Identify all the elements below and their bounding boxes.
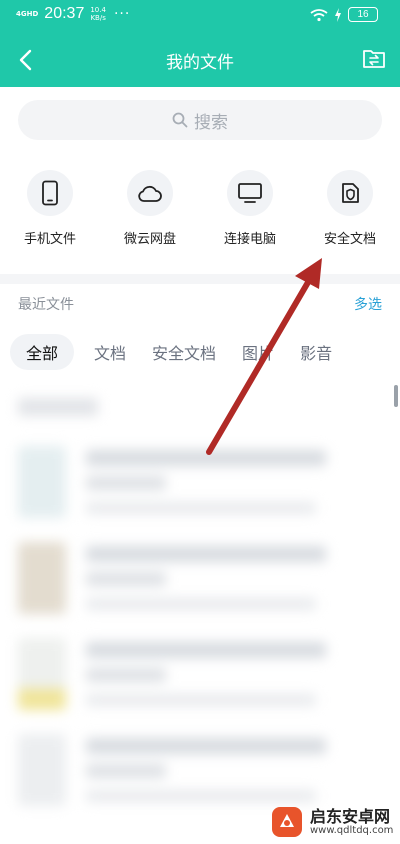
phone-icon [42,180,58,206]
wifi-icon [310,8,328,21]
list-item[interactable] [0,632,400,722]
multi-select-button[interactable]: 多选 [354,294,382,314]
watermark-title: 启东安卓网 [310,806,391,826]
recent-file-list [0,388,400,844]
category-connect-pc[interactable]: 连接电脑 [200,170,300,250]
battery-level: 16 [348,7,378,22]
file-thumbnail [18,638,66,710]
category-phone-files[interactable]: 手机文件 [0,170,100,250]
list-item[interactable] [0,536,400,626]
folder-transfer-icon[interactable] [362,47,386,71]
tab-media[interactable]: 影音 [300,334,332,370]
cloud-icon [138,185,162,202]
date-group-header [18,398,98,416]
tab-secure-docs[interactable]: 安全文档 [152,334,216,370]
file-thumbnail [18,542,66,614]
recent-files-title: 最近文件 [18,297,74,313]
category-label: 安全文档 [323,232,376,247]
signal-indicator: 4GHD [16,10,39,18]
nav-bar: 我的文件 [0,34,400,86]
more-notifications: ··· [113,6,131,22]
file-type-tabs: 全部 文档 安全文档 图片 影音 [10,334,358,370]
status-bar: 4GHD 20:37 10.4 KB/s ··· 16 [0,0,400,34]
category-weiyun-drive[interactable]: 微云网盘 [100,170,200,250]
category-label: 手机文件 [23,232,76,247]
scrollbar[interactable] [394,385,398,407]
file-thumbnail [18,446,66,518]
watermark-logo-icon [272,807,302,837]
search-input[interactable]: 搜索 [18,100,382,140]
category-secure-docs[interactable]: 安全文档 [300,170,400,250]
section-divider [0,274,400,284]
charging-icon [335,7,341,22]
tab-documents[interactable]: 文档 [94,334,126,370]
tab-all[interactable]: 全部 [10,334,75,370]
category-label: 连接电脑 [223,232,276,247]
page-title: 我的文件 [166,53,234,73]
search-placeholder: 搜索 [194,112,228,133]
tab-images[interactable]: 图片 [242,334,274,370]
watermark: 启东安卓网 www.qdltdq.com [270,800,398,844]
shield-doc-icon [342,183,359,203]
list-item[interactable] [0,440,400,530]
category-label: 微云网盘 [123,232,176,247]
category-shortcuts: 手机文件 微云网盘 连接电脑 安全文档 [0,170,400,250]
search-icon [172,112,188,128]
monitor-icon [238,183,262,203]
app-header: 4GHD 20:37 10.4 KB/s ··· 16 我的文件 [0,0,400,87]
clock: 20:37 [44,5,85,22]
watermark-url: www.qdltdq.com [310,825,394,837]
network-speed: 10.4 KB/s [90,6,106,22]
file-thumbnail [18,734,66,806]
